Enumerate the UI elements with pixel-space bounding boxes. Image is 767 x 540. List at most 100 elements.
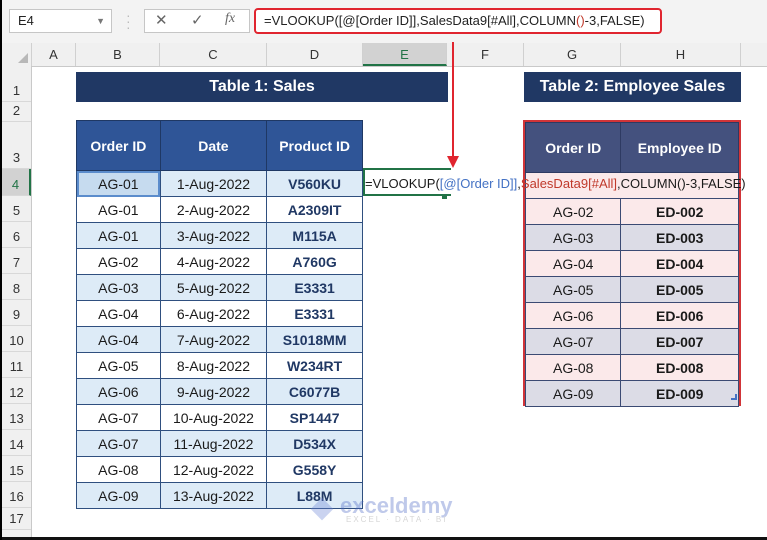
cell-employee-id[interactable]: ED-007 — [620, 328, 739, 355]
cell-order-id[interactable]: AG-01 — [76, 222, 161, 249]
cell-employee-id[interactable]: ED-002 — [620, 198, 739, 225]
cell-product-id[interactable]: S1018MM — [266, 326, 363, 353]
cell-product-id[interactable]: A2309IT — [266, 196, 363, 223]
cell-date[interactable]: 12-Aug-2022 — [159, 456, 268, 483]
cell-order-id[interactable]: AG-08 — [524, 354, 622, 381]
header-date[interactable]: Date — [159, 120, 268, 171]
cell-product-id[interactable]: M115A — [266, 222, 363, 249]
arrow-head-icon — [447, 156, 459, 168]
name-box[interactable]: E4 ▼ — [9, 9, 112, 33]
cell-employee-id[interactable]: ED-003 — [620, 224, 739, 251]
employee-sales-table: Order ID Employee ID AG-02 ED-002 AG-03 ED-… — [524, 122, 739, 407]
row-header-9[interactable]: 9 — [2, 300, 31, 326]
cell-product-id[interactable]: A760G — [266, 248, 363, 275]
header-order-id[interactable]: Order ID — [524, 122, 622, 173]
cell-order-id[interactable]: AG-05 — [524, 276, 622, 303]
cell-date[interactable]: 9-Aug-2022 — [159, 378, 268, 405]
table-resize-handle[interactable] — [731, 394, 737, 400]
cell-order-id[interactable]: AG-01 — [76, 170, 161, 197]
cell-order-id[interactable]: AG-04 — [76, 300, 161, 327]
column-header-f[interactable]: F — [447, 43, 524, 66]
chevron-down-icon[interactable]: ▼ — [96, 10, 105, 32]
cell-order-id[interactable]: AG-01 — [76, 196, 161, 223]
cell-product-id[interactable]: V560KU — [266, 170, 363, 197]
cell-employee-id[interactable]: ED-005 — [620, 276, 739, 303]
cell-employee-id[interactable]: ED-006 — [620, 302, 739, 329]
cell-order-id[interactable]: AG-09 — [524, 380, 622, 407]
cell-date[interactable]: 1-Aug-2022 — [159, 170, 268, 197]
row-header-14[interactable]: 14 — [2, 430, 31, 456]
column-header-g[interactable]: G — [524, 43, 621, 66]
cancel-icon[interactable]: ✕ — [155, 11, 168, 29]
row-header-11[interactable]: 11 — [2, 352, 31, 378]
cell-date[interactable]: 5-Aug-2022 — [159, 274, 268, 301]
cell-date[interactable]: 10-Aug-2022 — [159, 404, 268, 431]
column-header-c[interactable]: C — [160, 43, 267, 66]
header-employee-id[interactable]: Employee ID — [620, 122, 739, 173]
row-header-13[interactable]: 13 — [2, 404, 31, 430]
row-header-1[interactable]: 1 — [2, 66, 31, 102]
cell-date[interactable]: 4-Aug-2022 — [159, 248, 268, 275]
cell-date[interactable]: 6-Aug-2022 — [159, 300, 268, 327]
formula-fn: =VLOOKUP( — [264, 13, 339, 28]
row-header-5[interactable]: 5 — [2, 196, 31, 222]
cell-order-id[interactable]: AG-05 — [76, 352, 161, 379]
row-header-12[interactable]: 12 — [2, 378, 31, 404]
table-row: AG-02 4-Aug-2022 A760G — [76, 248, 363, 275]
cell-order-id[interactable]: AG-07 — [76, 430, 161, 457]
cell-product-id[interactable]: G558Y — [266, 456, 363, 483]
column-header-h[interactable]: H — [621, 43, 741, 66]
cell-order-id[interactable]: AG-08 — [76, 456, 161, 483]
cell-order-id[interactable]: AG-02 — [76, 248, 161, 275]
formula-bar: E4 ▼ · · · ✕ ✓ fx =VLOOKUP([@[Order ID]],S… — [2, 0, 767, 44]
row-header-2[interactable]: 2 — [2, 102, 31, 122]
column-header-e[interactable]: E — [363, 43, 447, 66]
column-header-b[interactable]: B — [76, 43, 160, 66]
cell-order-id[interactable]: AG-04 — [524, 250, 622, 277]
formula-ref2: SalesData9[#All] — [419, 13, 517, 28]
cell-product-id[interactable]: C6077B — [266, 378, 363, 405]
cell-order-id[interactable]: AG-03 — [76, 274, 161, 301]
cell-order-id[interactable]: AG-09 — [76, 482, 161, 509]
formula-input[interactable]: =VLOOKUP([@[Order ID]],SalesData9[#All],… — [254, 8, 662, 34]
cell-product-id[interactable]: E3331 — [266, 300, 363, 327]
cell-order-id[interactable]: AG-07 — [76, 404, 161, 431]
column-header-d[interactable]: D — [267, 43, 363, 66]
row-header-7[interactable]: 7 — [2, 248, 31, 274]
row-header-16[interactable]: 16 — [2, 482, 31, 508]
row-header-15[interactable]: 15 — [2, 456, 31, 482]
select-all-button[interactable] — [2, 43, 32, 66]
header-product-id[interactable]: Product ID — [266, 120, 363, 171]
cell-product-id[interactable]: SP1447 — [266, 404, 363, 431]
column-header-a[interactable]: A — [32, 43, 76, 66]
cell-product-id[interactable]: D534X — [266, 430, 363, 457]
cell-order-id[interactable]: AG-02 — [524, 198, 622, 225]
check-icon[interactable]: ✓ — [191, 11, 204, 29]
cell-order-id[interactable]: AG-04 — [76, 326, 161, 353]
cell-employee-id[interactable]: ED-009 — [620, 380, 739, 407]
row-header-3[interactable]: 3 — [2, 122, 31, 169]
cell-product-id[interactable]: E3331 — [266, 274, 363, 301]
cell-date[interactable]: 11-Aug-2022 — [159, 430, 268, 457]
cell-employee-id[interactable]: ED-008 — [620, 354, 739, 381]
cell-order-id[interactable]: AG-06 — [76, 378, 161, 405]
cell-date[interactable]: 2-Aug-2022 — [159, 196, 268, 223]
cell-date[interactable]: 3-Aug-2022 — [159, 222, 268, 249]
fx-icon[interactable]: fx — [225, 11, 235, 27]
header-order-id[interactable]: Order ID — [76, 120, 161, 171]
drag-handle-icon[interactable]: · · · — [126, 8, 131, 34]
cell-order-id[interactable]: AG-07 — [524, 328, 622, 355]
row-header-8[interactable]: 8 — [2, 274, 31, 300]
fill-handle[interactable] — [442, 194, 447, 199]
row-header-10[interactable]: 10 — [2, 326, 31, 352]
cell-date[interactable]: 7-Aug-2022 — [159, 326, 268, 353]
cell-date[interactable]: 8-Aug-2022 — [159, 352, 268, 379]
cell-date[interactable]: 13-Aug-2022 — [159, 482, 268, 509]
cell-employee-id[interactable]: ED-004 — [620, 250, 739, 277]
cell-order-id[interactable]: AG-06 — [524, 302, 622, 329]
row-header-6[interactable]: 6 — [2, 222, 31, 248]
row-header-4[interactable]: 4 — [2, 169, 31, 196]
cell-order-id[interactable]: AG-03 — [524, 224, 622, 251]
row-header-17[interactable]: 17 — [2, 508, 31, 530]
cell-product-id[interactable]: W234RT — [266, 352, 363, 379]
